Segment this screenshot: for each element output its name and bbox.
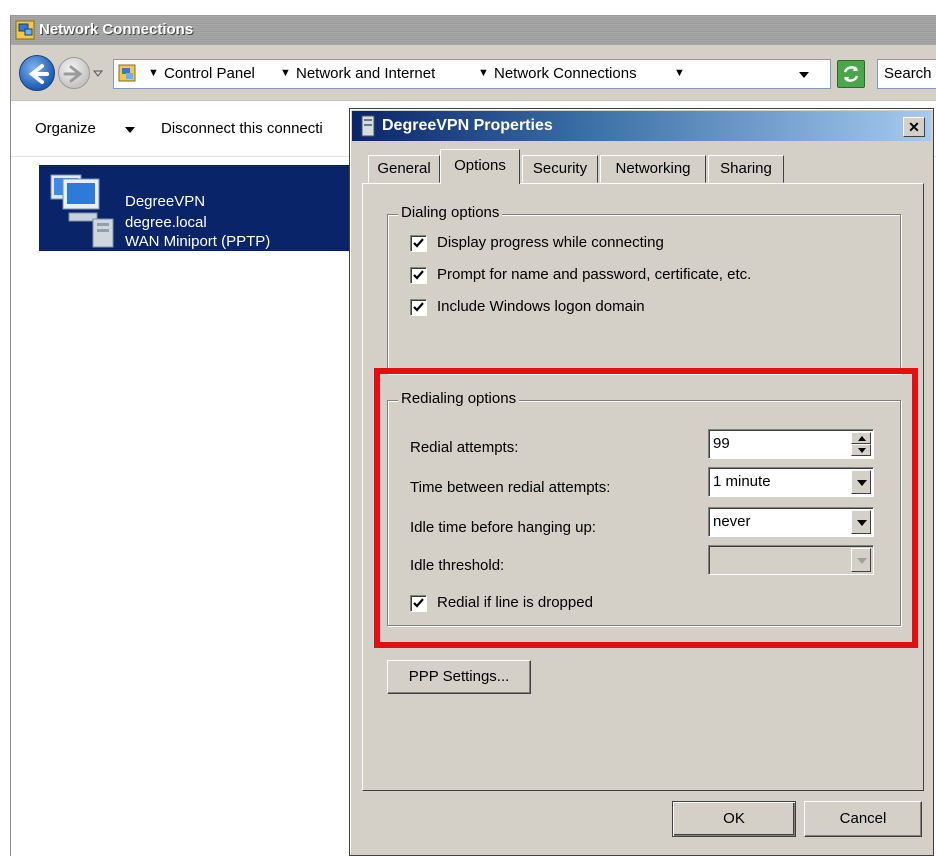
breadcrumb-network-connections[interactable]: Network Connections: [494, 65, 637, 82]
address-history-dropdown-icon[interactable]: [798, 71, 810, 79]
connection-device: WAN Miniport (PPTP): [125, 233, 271, 250]
options-tab-panel: Dialing options Display progress while c…: [362, 183, 924, 791]
refresh-icon: [843, 66, 859, 82]
idle-time-label: Idle time before hanging up:: [410, 519, 596, 536]
display-progress-label: Display progress while connecting: [437, 234, 664, 251]
tab-general[interactable]: General: [368, 155, 440, 183]
tab-security[interactable]: Security: [522, 155, 598, 183]
prompt-credentials-label: Prompt for name and password, certificat…: [437, 266, 752, 283]
combo-dropdown-icon[interactable]: [851, 510, 871, 534]
dialing-options-legend: Dialing options: [398, 204, 503, 221]
forward-arrow-icon: [63, 65, 83, 83]
close-icon[interactable]: ✕: [903, 117, 925, 137]
organize-menu[interactable]: Organize: [35, 120, 96, 137]
time-between-value: 1 minute: [713, 473, 771, 490]
prompt-credentials-option[interactable]: Prompt for name and password, certificat…: [410, 265, 830, 287]
include-logon-domain-label: Include Windows logon domain: [437, 298, 645, 315]
back-button[interactable]: [19, 55, 55, 91]
connection-domain: degree.local: [125, 214, 207, 231]
idle-time-combo[interactable]: never: [708, 507, 874, 537]
breadcrumb-separator-icon[interactable]: ▼: [674, 67, 685, 79]
address-bar[interactable]: ▼ Control Panel ▼ Network and Internet ▼…: [113, 59, 831, 89]
redial-if-dropped-label: Redial if line is dropped: [437, 594, 593, 611]
check-mark-icon: [413, 302, 424, 312]
breadcrumb-control-panel[interactable]: Control Panel: [164, 65, 255, 82]
refresh-button[interactable]: [837, 60, 865, 88]
redial-attempts-value: 99: [713, 435, 730, 452]
display-progress-checkbox[interactable]: [410, 235, 427, 252]
network-connections-icon: [15, 20, 35, 40]
breadcrumb-separator-icon[interactable]: ▼: [280, 67, 291, 79]
redial-attempts-spinbox[interactable]: 99: [708, 429, 874, 459]
forward-button[interactable]: [58, 57, 90, 89]
time-between-label: Time between redial attempts:: [410, 479, 611, 496]
include-logon-domain-checkbox[interactable]: [410, 299, 427, 316]
idle-threshold-combo: [708, 545, 874, 575]
dialog-connection-icon: [361, 115, 375, 137]
redial-attempts-label: Redial attempts:: [410, 439, 519, 456]
idle-time-value: never: [713, 513, 751, 530]
tab-sharing[interactable]: Sharing: [708, 155, 784, 183]
check-mark-icon: [413, 270, 424, 280]
search-input[interactable]: Search: [877, 59, 936, 89]
spin-down-icon[interactable]: [851, 444, 871, 456]
redialing-options-legend: Redialing options: [398, 390, 520, 407]
recent-pages-dropdown-icon[interactable]: [92, 67, 104, 79]
time-between-combo[interactable]: 1 minute: [708, 467, 874, 497]
vpn-connection-icon: [50, 174, 114, 248]
address-row: ▼ Control Panel ▼ Network and Internet ▼…: [11, 45, 936, 101]
breadcrumb-network-and-internet[interactable]: Network and Internet: [296, 65, 435, 82]
include-logon-domain-option[interactable]: Include Windows logon domain: [410, 297, 710, 319]
check-mark-icon: [413, 238, 424, 248]
tab-options[interactable]: Options: [440, 149, 520, 184]
breadcrumb-separator-icon[interactable]: ▼: [148, 67, 159, 79]
cancel-button[interactable]: Cancel: [804, 801, 922, 837]
search-placeholder: Search: [884, 65, 932, 82]
check-mark-icon: [413, 598, 424, 608]
control-panel-icon: [118, 64, 136, 82]
explorer-title-bar[interactable]: Network Connections: [11, 15, 936, 45]
connection-name: DegreeVPN: [125, 193, 206, 210]
ppp-settings-button[interactable]: PPP Settings...: [387, 660, 531, 694]
organize-dropdown-icon[interactable]: [125, 127, 135, 133]
dialog-title-bar[interactable]: DegreeVPN Properties ✕: [352, 111, 931, 141]
prompt-credentials-checkbox[interactable]: [410, 267, 427, 284]
explorer-title: Network Connections: [39, 21, 194, 38]
dialing-options-group: Dialing options Display progress while c…: [387, 204, 901, 374]
redial-if-dropped-checkbox[interactable]: [410, 595, 427, 612]
combo-dropdown-icon: [851, 548, 871, 572]
redial-if-dropped-option[interactable]: Redial if line is dropped: [410, 593, 670, 615]
combo-dropdown-icon[interactable]: [851, 470, 871, 494]
idle-threshold-label: Idle threshold:: [410, 557, 505, 574]
redialing-options-group: Redialing options Redial attempts: 99 Ti…: [387, 390, 901, 626]
tab-networking[interactable]: Networking: [600, 155, 706, 183]
disconnect-connection-button[interactable]: Disconnect this connecti: [161, 120, 323, 137]
degreevpn-properties-dialog: DegreeVPN Properties ✕ General Options S…: [349, 108, 934, 856]
back-arrow-icon: [28, 64, 49, 84]
dialog-title: DegreeVPN Properties: [382, 117, 553, 134]
breadcrumb-separator-icon[interactable]: ▼: [478, 67, 489, 79]
ok-button[interactable]: OK: [672, 801, 796, 837]
connection-item-degreevpn[interactable]: DegreeVPN degree.local WAN Miniport (PPT…: [39, 165, 359, 251]
display-progress-option[interactable]: Display progress while connecting: [410, 233, 810, 255]
spin-up-icon[interactable]: [851, 432, 871, 444]
